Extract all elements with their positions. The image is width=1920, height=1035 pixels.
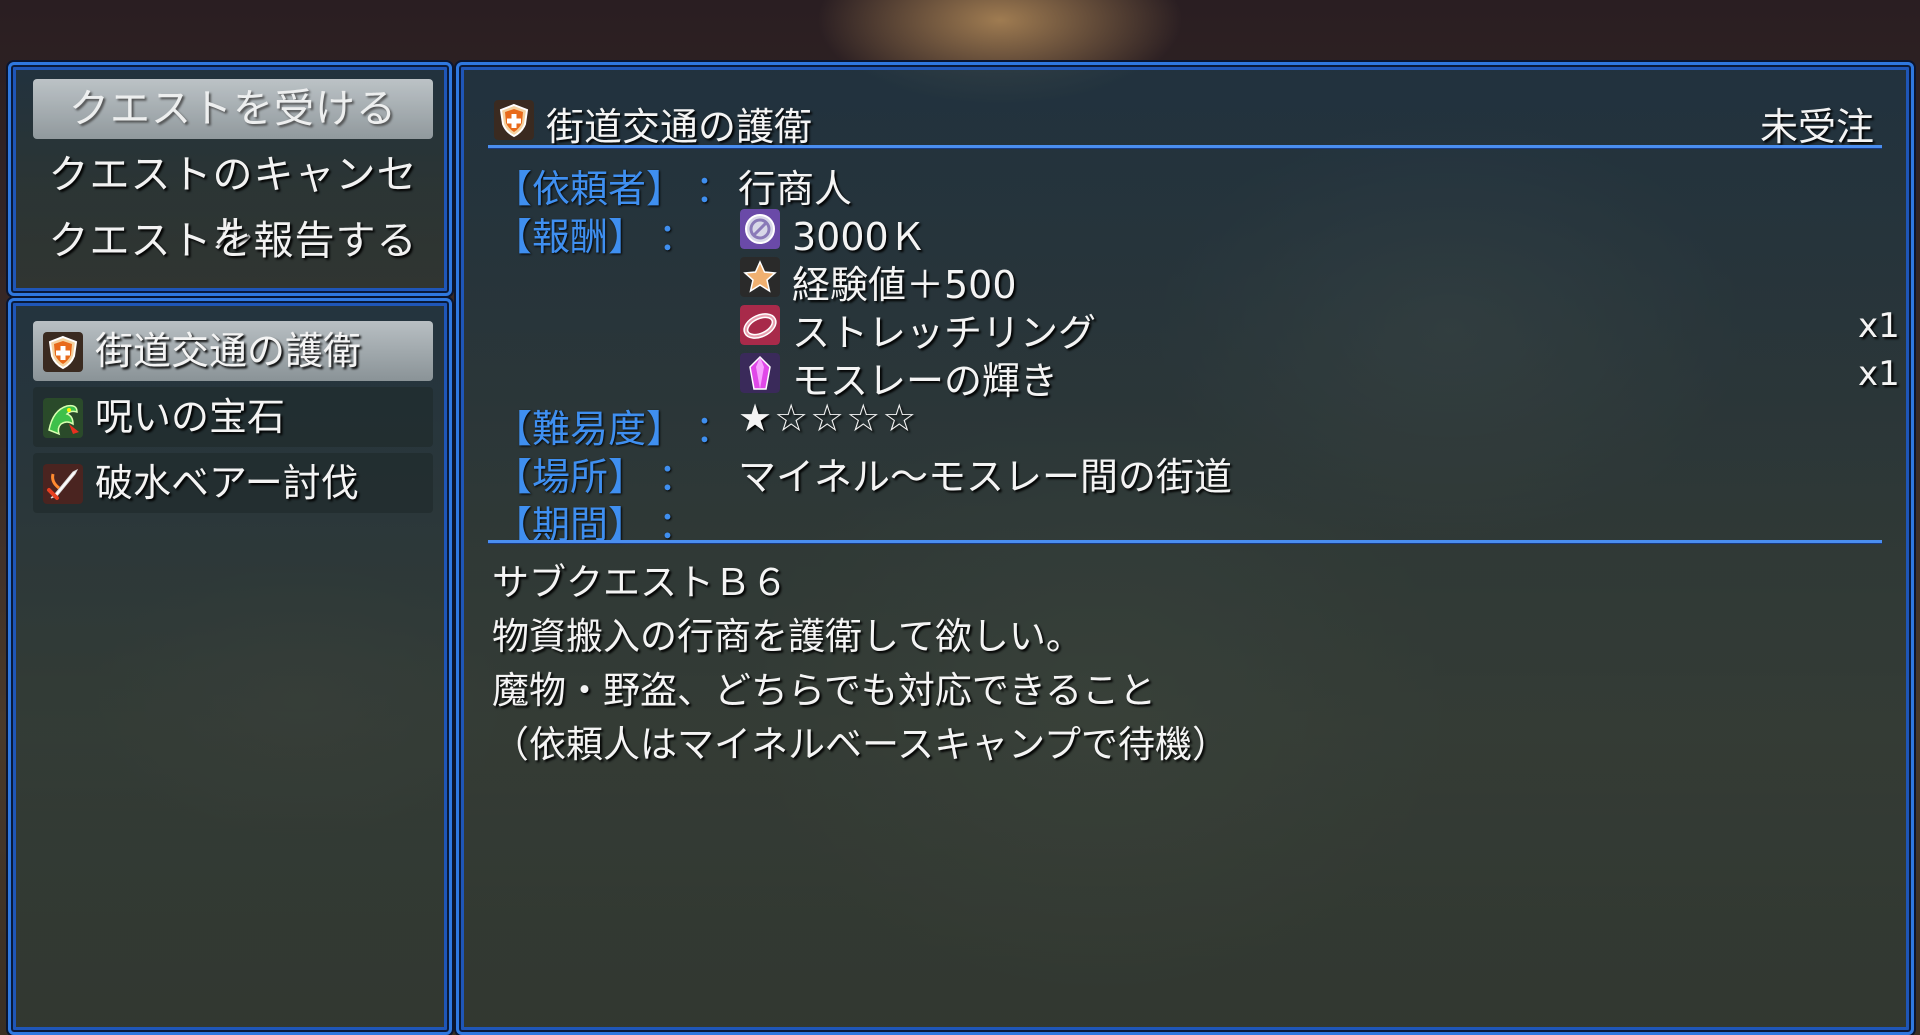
description-line: サブクエストＢ６	[492, 561, 788, 604]
description-line: 魔物・野盗、どちらでも対応できること	[492, 669, 1157, 712]
quest-title: 破水ベアー討伐	[95, 461, 359, 505]
reward-quantity: x1	[1858, 306, 1900, 346]
crystal-icon	[740, 353, 780, 393]
colon: ：	[658, 455, 697, 499]
header-divider	[488, 145, 1882, 148]
command-menu: クエストを受ける クエストのキャンセル クエストを報告する	[8, 62, 452, 296]
quest-list-item[interactable]: 破水ベアー討伐	[33, 453, 433, 513]
reward-quantity: x1	[1858, 354, 1900, 394]
star-icon	[740, 257, 780, 297]
colon: ：	[658, 215, 697, 259]
detail-title: 街道交通の護衛	[546, 105, 813, 149]
report-quest-button[interactable]: クエストを報告する	[33, 211, 433, 271]
description-divider	[488, 540, 1882, 543]
shield-icon	[43, 332, 83, 372]
reward-label: 【報酬】	[494, 215, 647, 259]
quest-title: 街道交通の護衛	[95, 329, 362, 373]
reward-item-text: 経験値＋500	[792, 263, 1017, 307]
description-line: （依頼人はマイネルベースキャンプで待機）	[492, 723, 1230, 766]
quest-list: 街道交通の護衛 呪いの宝石 破水ベアー討伐	[8, 298, 452, 1035]
quest-status: 未受注	[1760, 105, 1875, 149]
reward-item-text: 3000Ｋ	[792, 215, 927, 259]
cancel-quest-button[interactable]: クエストのキャンセル	[33, 145, 433, 258]
description-line: 物資搬入の行商を護衛して欲しい。	[492, 615, 1083, 658]
difficulty-label: 【難易度】	[494, 407, 685, 451]
colon: ：	[695, 407, 734, 451]
quest-list-item[interactable]: 呪いの宝石	[33, 387, 433, 447]
dragon-icon	[43, 398, 83, 438]
shield-icon	[494, 100, 534, 140]
client-value: 行商人	[738, 167, 853, 211]
colon: ：	[695, 167, 734, 211]
location-value: マイネル～モスレー間の街道	[738, 455, 1233, 499]
quest-list-item[interactable]: 街道交通の護衛	[33, 321, 433, 381]
difficulty-stars: ★☆☆☆☆	[738, 396, 919, 440]
location-label: 【場所】	[494, 455, 647, 499]
coin-icon	[740, 209, 780, 249]
reward-item-text: ストレッチリング	[792, 311, 1097, 355]
ring-icon	[740, 305, 780, 345]
quest-title: 呪いの宝石	[95, 395, 286, 439]
accept-quest-button[interactable]: クエストを受ける	[33, 79, 433, 139]
sword-icon	[43, 464, 83, 504]
client-label: 【依頼者】	[494, 167, 685, 211]
